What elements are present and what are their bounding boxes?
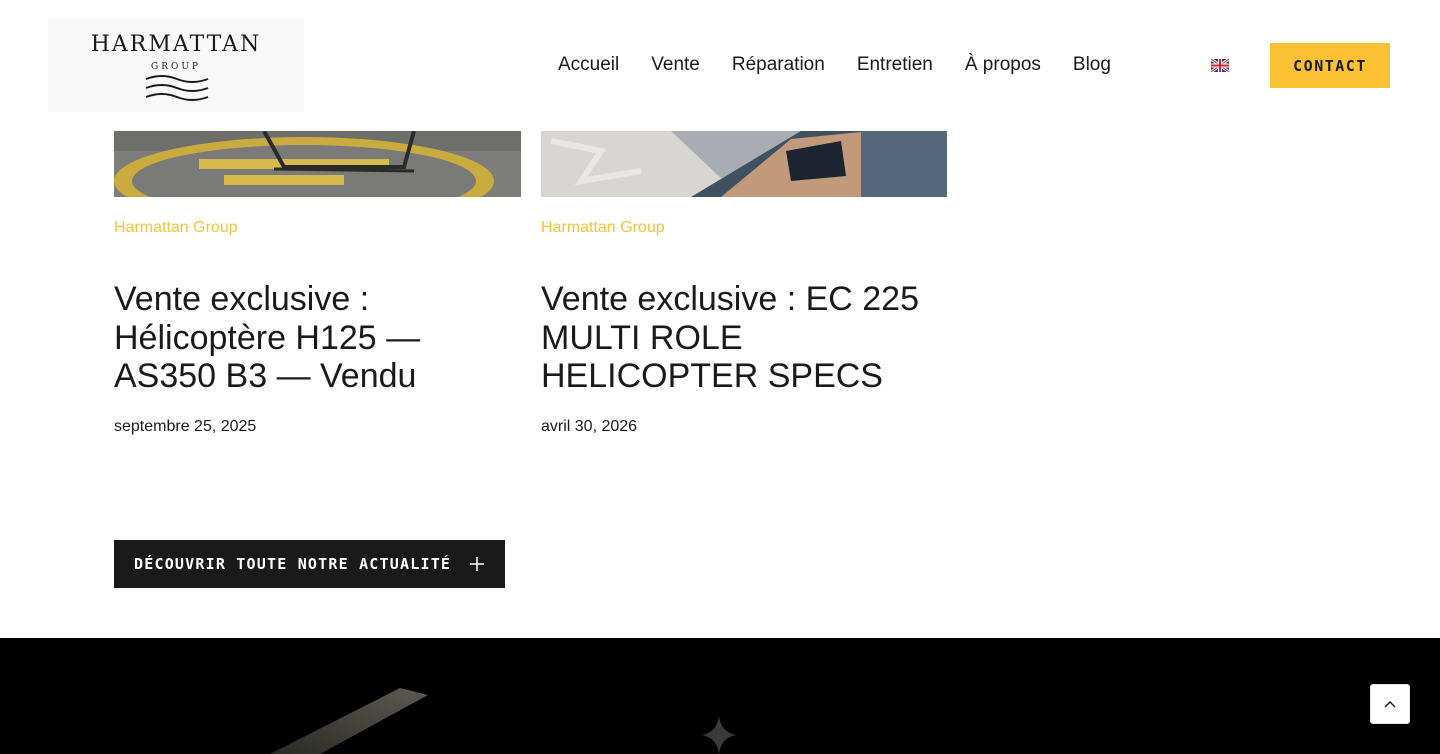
chevron-up-icon — [1384, 701, 1396, 708]
plus-icon — [470, 557, 484, 571]
nav-item-entretien[interactable]: Entretien — [857, 54, 933, 76]
contact-button[interactable]: CONTACT — [1270, 43, 1390, 88]
nav-item-accueil[interactable]: Accueil — [558, 54, 619, 76]
card-date: avril 30, 2026 — [541, 418, 638, 435]
all-news-label: DÉCOUVRIR TOUTE NOTRE ACTUALITÉ — [134, 555, 452, 573]
logo-subtitle: GROUP — [151, 62, 201, 72]
nav-item-reparation[interactable]: Réparation — [732, 54, 825, 76]
uk-flag-icon[interactable] — [1211, 59, 1229, 72]
nav-item-vente[interactable]: Vente — [651, 54, 700, 76]
main-nav: Accueil Vente Réparation Entretien À pro… — [558, 52, 1143, 78]
card-title[interactable]: Vente exclusive : EC 225 MULTI ROLE HELI… — [541, 280, 951, 396]
nav-item-a-propos[interactable]: À propos — [965, 54, 1041, 76]
card-title[interactable]: Vente exclusive : Hélicoptère H125 — AS3… — [114, 280, 524, 396]
card-category[interactable]: Harmattan Group — [114, 219, 238, 237]
logo-wordmark: HARMATTAN — [90, 32, 262, 57]
site-header: HARMATTAN GROUP Accueil Vente Réparation… — [0, 0, 1440, 131]
waves-icon — [145, 75, 209, 101]
sparkle-icon — [702, 716, 736, 754]
card-date: septembre 25, 2025 — [114, 418, 257, 435]
rotor-blade-graphic — [270, 688, 428, 754]
nav-item-blog[interactable]: Blog — [1073, 54, 1111, 76]
scroll-to-top-button[interactable] — [1370, 684, 1410, 724]
harmattan-logo[interactable]: HARMATTAN GROUP — [48, 18, 304, 112]
card-category[interactable]: Harmattan Group — [541, 219, 665, 237]
all-news-button[interactable]: DÉCOUVRIR TOUTE NOTRE ACTUALITÉ — [114, 540, 505, 588]
card-image-ec225[interactable] — [541, 131, 947, 197]
card-image-h125[interactable] — [114, 131, 521, 197]
site-footer — [0, 638, 1440, 754]
